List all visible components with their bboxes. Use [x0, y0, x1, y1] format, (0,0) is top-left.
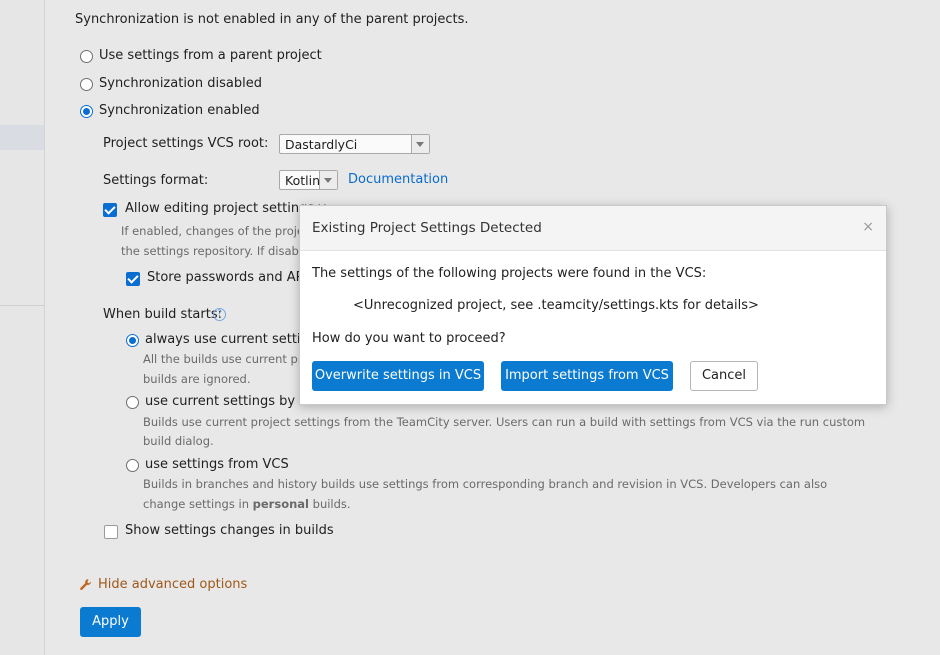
- radio-settings-from-vcs[interactable]: [126, 459, 139, 472]
- current-by-default-note-2: build dialog.: [143, 434, 214, 448]
- show-changes-checkbox[interactable]: [104, 525, 118, 539]
- settings-from-vcs-note-2: change settings in personal builds.: [143, 497, 351, 511]
- hide-advanced-options-link[interactable]: Hide advanced options: [98, 577, 247, 592]
- left-sidebar: [0, 0, 45, 655]
- radio-sync-disabled[interactable]: [80, 78, 93, 91]
- radio-settings-from-vcs-label[interactable]: use settings from VCS: [145, 457, 289, 472]
- allow-editing-note-line-2: the settings repository. If disabled,: [121, 244, 321, 258]
- close-icon[interactable]: ×: [862, 219, 874, 235]
- chevron-down-icon: [411, 135, 429, 153]
- radio-current-by-default[interactable]: [126, 396, 139, 409]
- question-circle-icon[interactable]: ?: [213, 308, 226, 321]
- chevron-down-icon: [319, 171, 337, 189]
- wrench-icon: [80, 579, 91, 590]
- note-text: builds.: [308, 497, 351, 511]
- sync-notice: Synchronization is not enabled in any of…: [75, 12, 469, 27]
- dialog-question: How do you want to proceed?: [312, 331, 506, 346]
- radio-use-parent-settings-label[interactable]: Use settings from a parent project: [99, 48, 322, 63]
- apply-button[interactable]: Apply: [80, 607, 141, 637]
- documentation-link[interactable]: Documentation: [348, 172, 448, 187]
- cancel-button[interactable]: Cancel: [690, 361, 758, 391]
- overwrite-settings-button[interactable]: Overwrite settings in VCS: [312, 361, 484, 391]
- vcs-root-select[interactable]: DastardlyCi: [279, 134, 430, 154]
- current-by-default-note-1: Builds use current project settings from…: [143, 415, 866, 429]
- show-changes-label[interactable]: Show settings changes in builds: [125, 523, 334, 538]
- allow-editing-label[interactable]: Allow editing project settings v: [125, 201, 326, 216]
- import-settings-button[interactable]: Import settings from VCS: [501, 361, 673, 391]
- settings-format-label: Settings format:: [103, 173, 209, 188]
- settings-from-vcs-note-1: Builds in branches and history builds us…: [143, 477, 828, 491]
- dialog-message: The settings of the following projects w…: [312, 266, 707, 281]
- store-passwords-label[interactable]: Store passwords and API t: [147, 270, 317, 285]
- settings-format-select[interactable]: Kotlin: [279, 170, 338, 190]
- note-bold-text: personal: [252, 497, 309, 511]
- sidebar-selected-item[interactable]: [0, 125, 44, 150]
- always-current-note-2: builds are ignored.: [143, 372, 251, 386]
- radio-always-current[interactable]: [126, 334, 139, 347]
- store-passwords-checkbox[interactable]: [126, 272, 140, 286]
- sidebar-divider: [0, 305, 44, 306]
- radio-use-parent-settings[interactable]: [80, 50, 93, 63]
- radio-always-current-label[interactable]: always use current settings: [145, 332, 324, 347]
- allow-editing-note-line-1: If enabled, changes of the project: [121, 224, 315, 238]
- always-current-note-1: All the builds use current proje: [143, 352, 320, 366]
- allow-editing-checkbox[interactable]: [103, 203, 117, 217]
- dialog-title: Existing Project Settings Detected: [312, 220, 542, 236]
- dialog-project-item: <Unrecognized project, see .teamcity/set…: [353, 298, 759, 313]
- note-text: change settings in: [143, 497, 253, 511]
- radio-sync-disabled-label[interactable]: Synchronization disabled: [99, 76, 262, 91]
- vcs-root-value: DastardlyCi: [285, 137, 358, 152]
- settings-format-value: Kotlin: [285, 173, 320, 188]
- existing-settings-dialog: Existing Project Settings Detected × The…: [299, 205, 887, 405]
- when-build-starts-label: When build starts:: [103, 307, 222, 322]
- radio-sync-enabled-label[interactable]: Synchronization enabled: [99, 103, 260, 118]
- radio-sync-enabled[interactable]: [80, 105, 93, 118]
- vcs-root-label: Project settings VCS root:: [103, 136, 269, 151]
- dialog-header: Existing Project Settings Detected ×: [300, 206, 886, 251]
